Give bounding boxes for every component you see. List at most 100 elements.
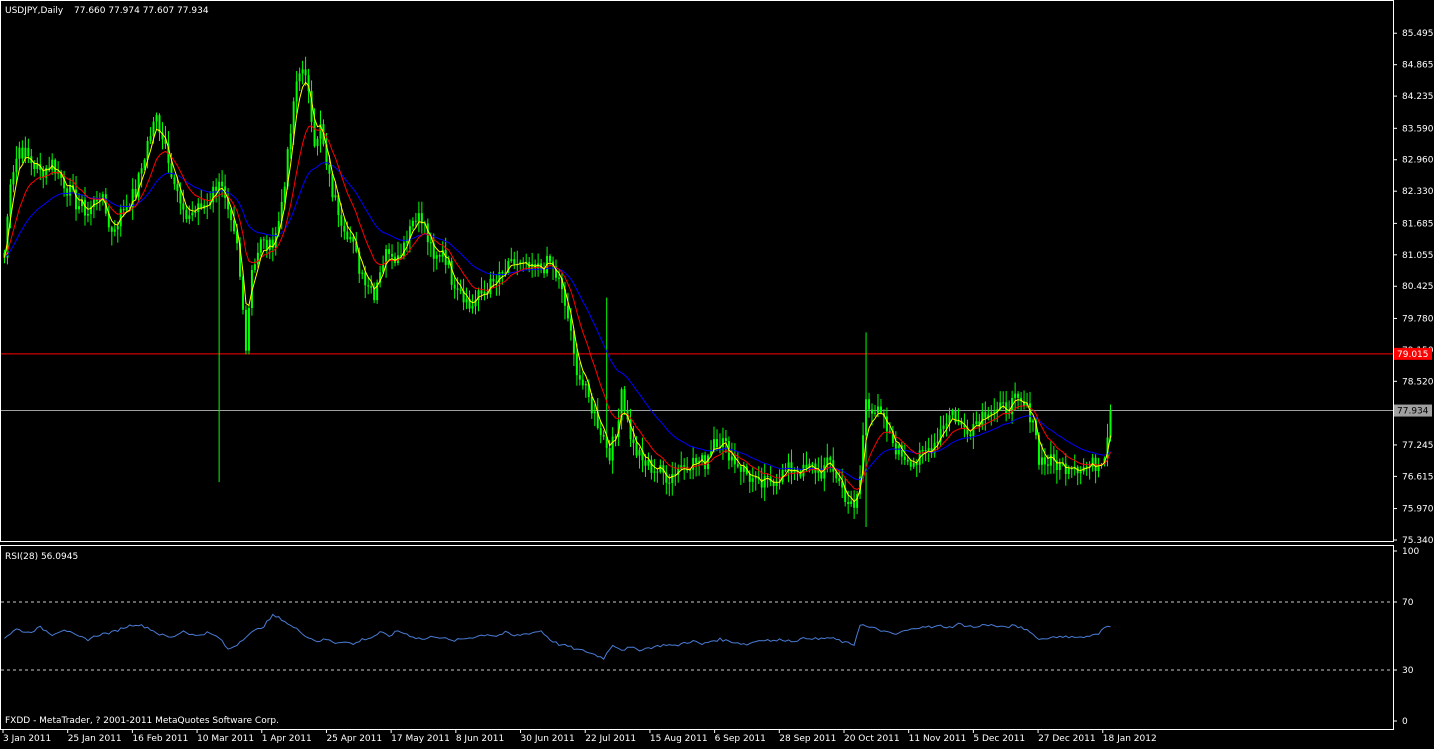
x-tick-label: 15 Aug 2011: [650, 734, 708, 744]
candle-body: [924, 450, 927, 452]
candle-body: [12, 172, 15, 185]
candle-body: [95, 199, 98, 202]
candle-body: [453, 284, 456, 289]
candle-body: [185, 209, 188, 220]
candle-body: [483, 292, 486, 294]
candle-body: [847, 501, 850, 504]
x-tick-label: 25 Jan 2011: [68, 734, 122, 744]
candle-body: [644, 460, 647, 466]
candle-body: [879, 406, 882, 413]
candle-body: [921, 450, 924, 452]
candle-body: [1067, 468, 1070, 474]
candle-body: [21, 147, 24, 159]
candle-body: [343, 225, 346, 232]
y-tick-label: 75.340: [1402, 536, 1434, 546]
candle-body: [683, 465, 686, 467]
candle-body: [143, 159, 146, 169]
rsi-y-tick-label: 100: [1402, 547, 1419, 557]
candle-body: [78, 206, 81, 210]
candle-body: [51, 159, 54, 170]
level-price-label: 77.934: [1397, 407, 1429, 417]
candle-body: [402, 242, 405, 257]
candle-body: [611, 436, 614, 461]
y-tick-label: 75.970: [1402, 505, 1434, 515]
candle-body: [754, 477, 757, 479]
candle-body: [69, 185, 72, 196]
candle-body: [170, 163, 173, 178]
candle-body: [805, 464, 808, 469]
candle-body: [593, 411, 596, 414]
candle-body: [751, 478, 754, 482]
candle-body: [1017, 393, 1020, 398]
candle-body: [244, 309, 247, 351]
candle-body: [27, 147, 30, 157]
candle-body: [247, 308, 250, 351]
candle-body: [18, 147, 21, 159]
candle-body: [909, 461, 912, 467]
candle-body: [113, 229, 116, 232]
candle-body: [981, 411, 984, 426]
candle-body: [191, 212, 194, 216]
candle-body: [137, 173, 140, 198]
candle-body: [1058, 462, 1061, 471]
candle-body: [838, 478, 841, 482]
candle-body: [501, 272, 504, 274]
candle-body: [1031, 420, 1034, 423]
rsi-y-tick-label: 30: [1402, 666, 1414, 676]
candle-body: [1002, 402, 1005, 404]
candle-body: [262, 239, 265, 241]
candle-body: [724, 438, 727, 442]
chart-canvas[interactable]: 85.495 84.865 84.235 83.590 82.960 82.330 81.6…: [0, 0, 1434, 745]
y-tick-label: 83.590: [1402, 124, 1434, 134]
candle-body: [927, 448, 930, 451]
candle-body: [647, 459, 650, 466]
x-tick-label: 16 Feb 2011: [132, 734, 188, 744]
candle-body: [1049, 454, 1052, 466]
metatrader-chart-window[interactable]: 85.495 84.865 84.235 83.590 82.960 82.330 81.6…: [0, 0, 1434, 745]
candle-body: [823, 465, 826, 479]
candle-body: [450, 260, 453, 285]
candle-body: [489, 278, 492, 295]
candle-body: [86, 214, 89, 216]
x-tick-label: 30 Jun 2011: [521, 734, 575, 744]
candle-body: [122, 209, 125, 211]
candle-body: [748, 473, 751, 482]
candle-body: [480, 290, 483, 294]
y-tick-label: 82.330: [1402, 187, 1434, 197]
y-tick-label: 85.495: [1402, 29, 1434, 39]
candle-body: [125, 206, 128, 211]
candle-body: [736, 464, 739, 467]
candle-body: [975, 421, 978, 425]
candle-body: [429, 242, 432, 244]
candle-body: [438, 255, 441, 257]
candle-body: [215, 186, 218, 191]
candle-body: [173, 177, 176, 185]
candle-body: [581, 379, 584, 386]
candle-body: [876, 406, 879, 413]
candle-body: [83, 199, 86, 216]
candle-body: [352, 236, 355, 242]
candle-body: [414, 220, 417, 222]
y-tick-label: 79.780: [1402, 314, 1434, 324]
x-tick-label: 1 Apr 2011: [262, 734, 312, 744]
candle-body: [784, 469, 787, 471]
candle-body: [316, 138, 319, 147]
candle-body: [1091, 457, 1094, 467]
candle-body: [739, 466, 742, 472]
y-tick-label: 81.685: [1402, 219, 1434, 229]
rsi-title: RSI(28) 56.0945: [5, 552, 78, 562]
candle-body: [865, 399, 868, 436]
candle-body: [182, 203, 185, 210]
candle-body: [1014, 393, 1017, 398]
candle-body: [194, 212, 197, 214]
candle-body: [349, 236, 352, 240]
candle-body: [656, 471, 659, 473]
candle-body: [391, 253, 394, 257]
candle-body: [635, 442, 638, 456]
candle-body: [1064, 463, 1067, 474]
candle-body: [188, 215, 191, 220]
candle-body: [569, 318, 572, 331]
candle-body: [304, 69, 307, 76]
candle-body: [942, 425, 945, 430]
candle-body: [623, 389, 626, 411]
